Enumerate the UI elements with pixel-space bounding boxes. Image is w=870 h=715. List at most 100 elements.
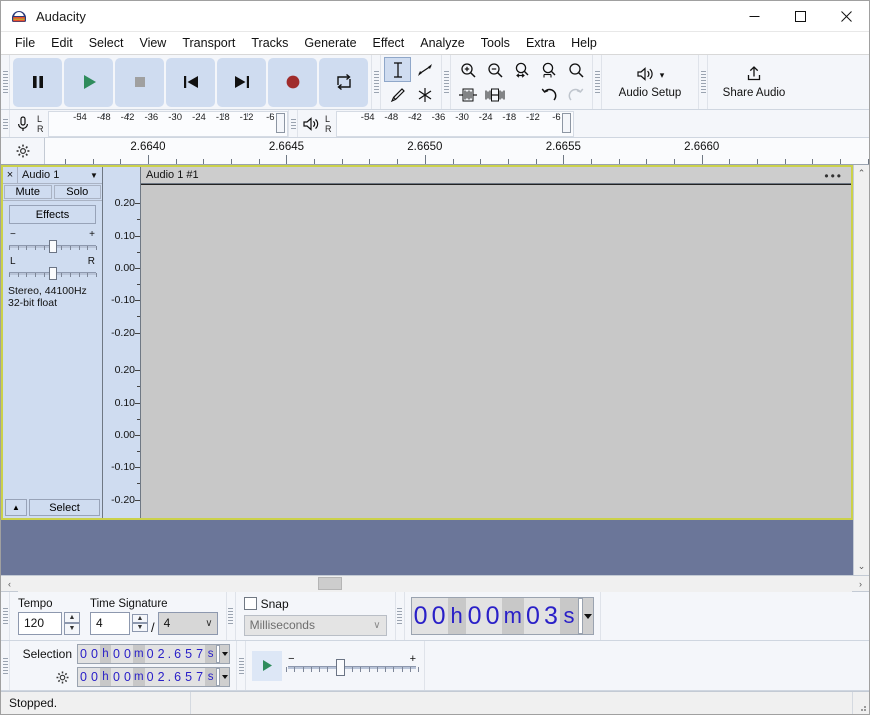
play-speed-slider[interactable]: − + bbox=[286, 653, 420, 679]
scroll-up-button[interactable]: ⌃ bbox=[853, 165, 869, 182]
mute-button[interactable]: Mute bbox=[4, 185, 52, 199]
gain-slider[interactable] bbox=[9, 240, 97, 253]
time-digit[interactable]: 0 bbox=[122, 668, 133, 686]
waveform-right-channel[interactable] bbox=[141, 184, 851, 185]
tempo-stepper-up[interactable]: ▲ bbox=[64, 611, 80, 623]
time-signature-lower-select[interactable]: 4 ∨ bbox=[157, 611, 218, 635]
time-digit[interactable]: 0 bbox=[89, 645, 100, 663]
menu-help[interactable]: Help bbox=[563, 33, 605, 53]
scroll-right-button[interactable]: › bbox=[852, 576, 869, 592]
edit-toolbar-grabber[interactable] bbox=[442, 55, 451, 109]
horizontal-scrollbar[interactable]: ‹ › bbox=[1, 575, 869, 592]
pause-button[interactable] bbox=[13, 57, 62, 107]
track-close-button[interactable]: × bbox=[3, 167, 18, 183]
time-unit[interactable]: h bbox=[100, 668, 111, 686]
effects-button[interactable]: Effects bbox=[9, 205, 96, 224]
menu-tracks[interactable]: Tracks bbox=[243, 33, 296, 53]
tools-toolbar-grabber[interactable] bbox=[372, 55, 381, 109]
menu-edit[interactable]: Edit bbox=[43, 33, 81, 53]
time-digit[interactable]: 3 bbox=[541, 598, 560, 634]
time-digit[interactable]: 0 bbox=[483, 598, 502, 634]
selection-end-display[interactable]: 00h00m02.657s bbox=[77, 667, 231, 687]
maximize-button[interactable] bbox=[777, 1, 823, 32]
zoom-in-icon[interactable] bbox=[454, 57, 481, 82]
select-track-button[interactable]: Select bbox=[29, 499, 100, 516]
time-digit[interactable]: 7 bbox=[194, 645, 206, 663]
audio-position-display[interactable]: 00h00m03s bbox=[410, 597, 594, 635]
collapse-track-button[interactable]: ▲ bbox=[5, 499, 27, 516]
pan-slider-thumb[interactable] bbox=[48, 267, 57, 280]
scroll-left-button[interactable]: ‹ bbox=[1, 576, 18, 592]
stop-button[interactable] bbox=[115, 57, 164, 107]
fit-project-icon[interactable] bbox=[535, 57, 562, 82]
time-digit[interactable]: 2 bbox=[155, 668, 167, 686]
time-unit[interactable]: h bbox=[447, 598, 466, 634]
snap-unit-select[interactable]: Milliseconds ∨ bbox=[243, 614, 387, 636]
time-digit[interactable]: 0 bbox=[78, 645, 89, 663]
time-digit[interactable]: 5 bbox=[183, 645, 195, 663]
scroll-down-button[interactable]: ⌄ bbox=[853, 558, 869, 575]
close-button[interactable] bbox=[823, 1, 869, 32]
selection-start-display[interactable]: 00h00m02.657s bbox=[77, 644, 231, 664]
selection-tool-button[interactable] bbox=[384, 57, 411, 82]
recording-meter-bar[interactable]: -54 -48 -42 -36 -30 -24 -18 -12 -6 bbox=[48, 110, 288, 137]
time-signature-stepper[interactable]: ▲ ▼ bbox=[132, 614, 148, 632]
transport-toolbar-grabber[interactable] bbox=[1, 55, 10, 109]
menu-view[interactable]: View bbox=[131, 33, 174, 53]
share-audio-button[interactable]: Share Audio bbox=[711, 58, 797, 107]
track-name-label[interactable]: Audio 1 bbox=[18, 169, 86, 181]
audio-setup-toolbar-grabber[interactable] bbox=[593, 55, 602, 109]
solo-button[interactable]: Solo bbox=[53, 185, 101, 199]
menu-transport[interactable]: Transport bbox=[174, 33, 243, 53]
play-speed-slider-thumb[interactable] bbox=[336, 658, 346, 676]
time-digit[interactable]: 0 bbox=[144, 668, 156, 686]
time-digit[interactable]: 6 bbox=[172, 668, 184, 686]
snapping-toolbar-grabber[interactable] bbox=[226, 592, 236, 640]
time-signature-stepper-down[interactable]: ▼ bbox=[132, 623, 148, 632]
skip-to-end-button[interactable] bbox=[217, 57, 266, 107]
recording-meter-slider[interactable] bbox=[276, 112, 285, 133]
selection-settings-gear-icon[interactable] bbox=[16, 670, 72, 685]
time-digit[interactable]: 7 bbox=[194, 668, 206, 686]
time-unit[interactable]: m bbox=[133, 645, 145, 663]
time-digit[interactable]: 6 bbox=[172, 645, 184, 663]
audio-setup-button[interactable]: ▾ Audio Setup bbox=[605, 58, 695, 107]
share-audio-toolbar-grabber[interactable] bbox=[699, 55, 708, 109]
playback-meter[interactable]: L R -54 -48 -42 -36 -30 -24 -18 -12 -6 bbox=[298, 110, 574, 137]
time-digit[interactable]: 0 bbox=[111, 668, 122, 686]
tempo-stepper[interactable]: ▲ ▼ bbox=[64, 611, 80, 635]
menu-extra[interactable]: Extra bbox=[518, 33, 563, 53]
time-digit[interactable]: 0 bbox=[411, 598, 430, 634]
play-at-speed-button[interactable] bbox=[252, 650, 283, 681]
time-dropdown-caret-icon[interactable] bbox=[220, 668, 230, 686]
playback-meter-toolbar[interactable]: L R -54 -48 -42 -36 -30 -24 -18 -12 -6 bbox=[298, 110, 869, 137]
record-button[interactable] bbox=[268, 57, 317, 107]
menu-file[interactable]: File bbox=[7, 33, 43, 53]
time-unit[interactable]: m bbox=[501, 598, 524, 634]
fit-selection-icon[interactable] bbox=[508, 57, 535, 82]
skip-to-start-button[interactable] bbox=[166, 57, 215, 107]
vertical-scroll-track[interactable] bbox=[853, 182, 869, 558]
zoom-out-icon[interactable] bbox=[481, 57, 508, 82]
horizontal-scroll-thumb[interactable] bbox=[318, 576, 343, 590]
time-unit[interactable]: h bbox=[100, 645, 111, 663]
time-digit[interactable]: 2 bbox=[155, 645, 167, 663]
pan-slider[interactable] bbox=[9, 267, 97, 280]
tempo-stepper-down[interactable]: ▼ bbox=[64, 623, 80, 635]
playback-meter-slider[interactable] bbox=[562, 112, 571, 133]
selection-toolbar-grabber[interactable] bbox=[1, 641, 10, 690]
time-digit[interactable]: 0 bbox=[122, 645, 133, 663]
playback-meter-grabber[interactable] bbox=[289, 110, 298, 137]
clip-header[interactable]: Audio 1 #1 ••• bbox=[141, 167, 851, 184]
time-digit[interactable]: 0 bbox=[111, 645, 122, 663]
menu-analyze[interactable]: Analyze bbox=[412, 33, 472, 53]
play-speed-toolbar-grabber[interactable] bbox=[237, 641, 247, 690]
recording-meter-toolbar[interactable]: L R -54 -48 -42 -36 -30 -24 -18 -12 -6 bbox=[10, 110, 289, 137]
time-digit[interactable]: 0 bbox=[144, 645, 156, 663]
resize-grip-icon[interactable] bbox=[853, 692, 869, 714]
audio-position-toolbar-grabber[interactable] bbox=[395, 592, 405, 640]
track-menu-caret-icon[interactable]: ▼ bbox=[86, 171, 102, 180]
time-signature-toolbar-grabber[interactable] bbox=[1, 592, 10, 640]
time-signature-stepper-up[interactable]: ▲ bbox=[132, 614, 148, 623]
menu-generate[interactable]: Generate bbox=[296, 33, 364, 53]
